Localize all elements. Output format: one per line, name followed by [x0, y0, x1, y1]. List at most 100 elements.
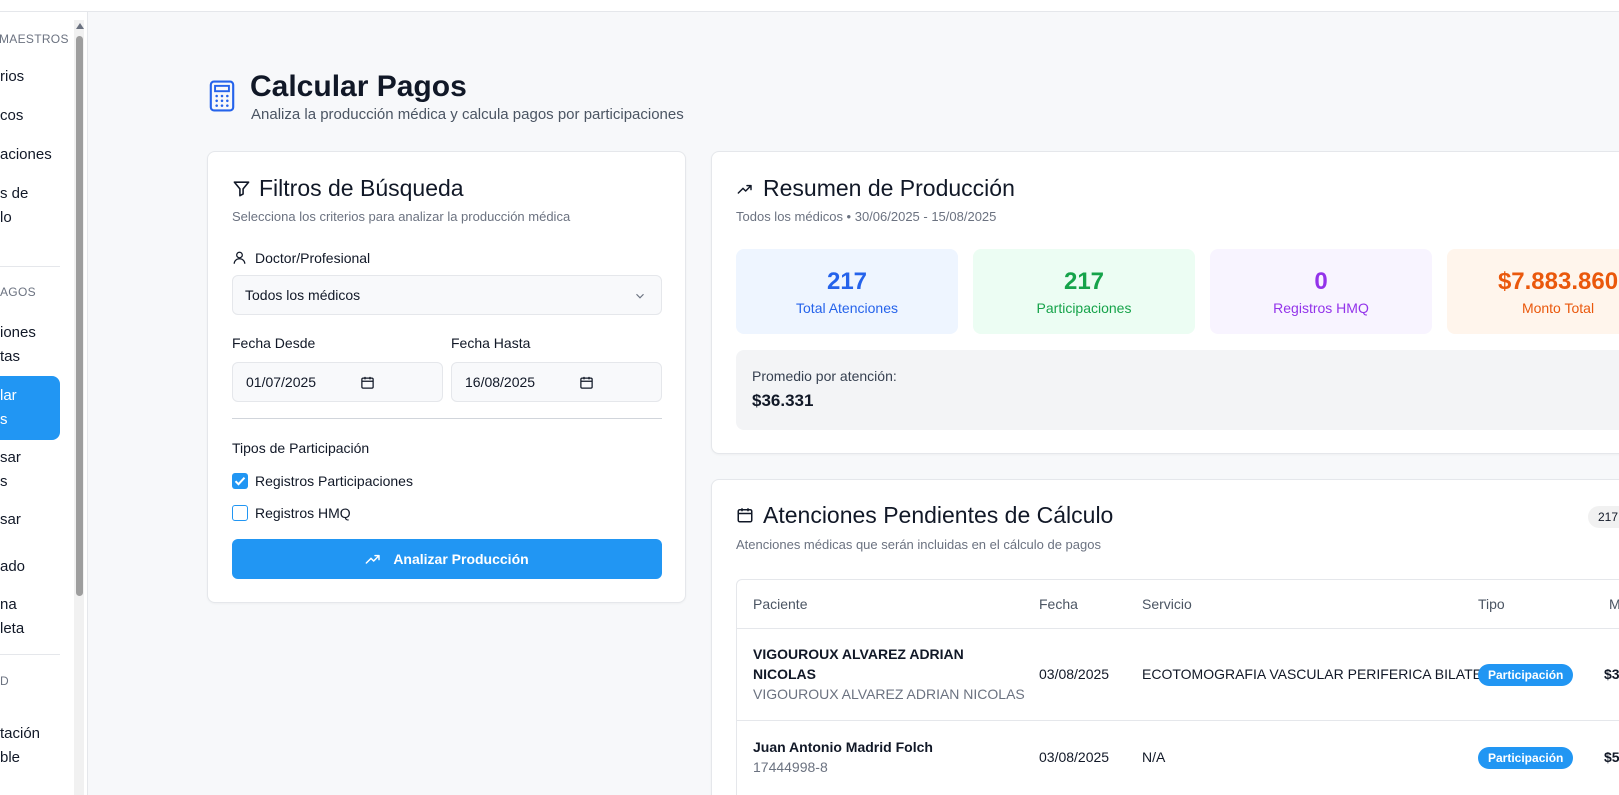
- calendar-icon: [737, 508, 753, 523]
- check-icon: [234, 477, 246, 486]
- calendar-picker-icon[interactable]: [360, 375, 375, 390]
- date-to-value: 16/08/2025: [465, 374, 536, 390]
- sidebar-item-6[interactable]: sar s: [0, 446, 60, 494]
- sidebar-section-maestros: MAESTROS: [0, 32, 69, 46]
- trending-up-icon: [365, 554, 381, 564]
- sidebar-item-6-line-2: s: [0, 473, 8, 490]
- row-1-patient-name-line-1: VIGOUROUX ALVAREZ ADRIAN: [753, 646, 964, 662]
- table-header-divider: [737, 628, 1619, 629]
- count-badge: 217 r: [1588, 506, 1619, 528]
- row-1-patient-sub: VIGOUROUX ALVAREZ ADRIAN NICOLAS: [753, 686, 1025, 702]
- summary-description: Todos los médicos • 30/06/2025 - 15/08/2…: [736, 209, 997, 224]
- sidebar-item-5-line-2: tas: [0, 348, 21, 365]
- sidebar-section-d: D: [0, 674, 9, 688]
- top-bar: [0, 0, 1619, 12]
- sidebar-section-pagos: AGOS: [0, 285, 36, 299]
- column-header-servicio[interactable]: Servicio: [1142, 596, 1192, 612]
- sidebar-item-9-line-2: leta: [0, 620, 25, 637]
- scroll-up-arrow-icon[interactable]: [76, 23, 84, 29]
- row-1-patient-name-line-2: NICOLAS: [753, 666, 816, 682]
- participaciones-checkbox[interactable]: [232, 473, 248, 489]
- pending-description: Atenciones médicas que serán incluidas e…: [736, 537, 1101, 552]
- column-header-tipo[interactable]: Tipo: [1478, 596, 1505, 612]
- row-1-date: 03/08/2025: [1039, 666, 1110, 682]
- sidebar-item-8[interactable]: ado: [0, 555, 60, 579]
- page-subtitle: Analiza la producción médica y calcula p…: [251, 106, 684, 123]
- date-to-label: Fecha Hasta: [451, 335, 531, 351]
- sidebar-item-10-line-2: ble: [0, 749, 21, 766]
- average-box: Promedio por atención: $36.331: [736, 350, 1619, 430]
- analyze-production-button-label: Analizar Producción: [393, 551, 529, 567]
- pending-title: Atenciones Pendientes de Cálculo: [763, 502, 1114, 528]
- sidebar-item-7[interactable]: sar: [0, 508, 60, 532]
- stat-value: 217: [826, 268, 868, 295]
- sidebar-item-1[interactable]: rios: [0, 65, 60, 89]
- stat-label: Total Atenciones: [796, 300, 898, 316]
- hmq-checkbox[interactable]: [232, 505, 248, 521]
- page-title: Calcular Pagos: [250, 70, 467, 103]
- sidebar-item-4[interactable]: s de lo: [0, 182, 60, 230]
- participaciones-checkbox-label[interactable]: Registros Participaciones: [255, 473, 413, 489]
- stat-label: Participaciones: [1036, 300, 1132, 316]
- date-from-input[interactable]: 01/07/2025: [232, 362, 443, 402]
- doctor-select-value: Todos los médicos: [245, 287, 361, 303]
- row-1-type-badge: Participación: [1478, 664, 1574, 686]
- doctor-label: Doctor/Profesional: [255, 250, 371, 266]
- stat-label: Registros HMQ: [1273, 300, 1369, 316]
- participation-types-label: Tipos de Participación: [232, 440, 370, 456]
- sidebar-divider: [0, 266, 60, 267]
- sidebar-item-4-line-1: s de: [0, 185, 29, 202]
- sidebar-item-5-line-1: iones: [0, 324, 36, 341]
- date-from-label: Fecha Desde: [232, 335, 316, 351]
- filters-divider: [232, 418, 662, 419]
- column-header-monto[interactable]: M: [1609, 596, 1619, 612]
- sidebar-item-9-line-1: na: [0, 596, 17, 613]
- column-header-fecha[interactable]: Fecha: [1039, 596, 1078, 612]
- row-2-type-badge: Participación: [1478, 747, 1574, 769]
- calendar-picker-icon[interactable]: [579, 375, 594, 390]
- stat-participaciones: 217 Participaciones: [973, 249, 1195, 334]
- sidebar-item-5[interactable]: iones tas: [0, 321, 60, 369]
- column-header-paciente[interactable]: Paciente: [753, 596, 807, 612]
- sidebar-item-calcular-pagos[interactable]: lar s: [0, 376, 60, 440]
- sidebar-scrollbar-thumb[interactable]: [76, 36, 83, 596]
- date-from-value: 01/07/2025: [246, 374, 317, 390]
- trending-up-icon: [737, 184, 752, 194]
- row-2-service: N/A: [1142, 749, 1166, 765]
- stat-label: Monto Total: [1521, 300, 1595, 316]
- row-2-amount: $5: [1604, 749, 1619, 765]
- filter-icon: [233, 181, 250, 197]
- sidebar-item-9[interactable]: na leta: [0, 593, 60, 641]
- filters-description: Selecciona los criterios para analizar l…: [232, 209, 571, 224]
- doctor-select[interactable]: Todos los médicos: [232, 275, 662, 315]
- sidebar-divider: [0, 654, 60, 655]
- sidebar-item-active-line-2: s: [0, 411, 8, 428]
- sidebar-item-6-line-1: sar: [0, 449, 21, 466]
- chevron-down-icon: [636, 293, 644, 299]
- table-row-divider: [737, 720, 1619, 721]
- sidebar-item-10-line-1: tación: [0, 725, 41, 742]
- row-2-patient-sub: 17444998-8: [753, 759, 828, 775]
- stat-total-atenciones: 217 Total Atenciones: [736, 249, 958, 334]
- stat-value: $7.883.860: [1497, 268, 1619, 295]
- filters-title: Filtros de Búsqueda: [259, 175, 464, 201]
- summary-title: Resumen de Producción: [763, 175, 1015, 201]
- sidebar-item-active-line-1: lar: [0, 387, 17, 404]
- sidebar-item-4-line-2: lo: [0, 209, 12, 226]
- analyze-production-button[interactable]: Analizar Producción: [232, 539, 662, 579]
- sidebar: MAESTROS rios cos aciones s de lo AGOS i…: [0, 12, 88, 795]
- stat-value: 0: [1314, 268, 1328, 295]
- date-to-input[interactable]: 16/08/2025: [451, 362, 662, 402]
- sidebar-item-3[interactable]: aciones: [0, 143, 60, 167]
- row-1-amount: $3: [1604, 666, 1619, 682]
- row-1-service: ECOTOMOGRAFIA VASCULAR PERIFERICA BILATE: [1142, 666, 1482, 682]
- stat-value: 217: [1063, 268, 1105, 295]
- user-icon: [233, 251, 246, 264]
- sidebar-item-10[interactable]: tación ble: [0, 722, 60, 770]
- average-value: $36.331: [752, 391, 814, 410]
- row-2-patient-name: Juan Antonio Madrid Folch: [753, 739, 933, 755]
- row-2-date: 03/08/2025: [1039, 749, 1110, 765]
- stat-registros-hmq: 0 Registros HMQ: [1210, 249, 1432, 334]
- hmq-checkbox-label[interactable]: Registros HMQ: [255, 505, 351, 521]
- sidebar-item-2[interactable]: cos: [0, 104, 60, 128]
